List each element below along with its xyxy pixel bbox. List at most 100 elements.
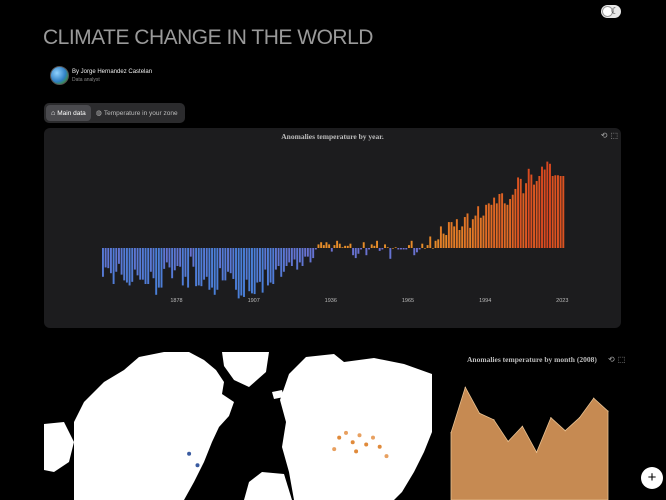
year-bar[interactable]: [123, 248, 126, 281]
year-bar[interactable]: [415, 248, 418, 253]
year-bar[interactable]: [272, 248, 275, 284]
month-point[interactable]: [521, 425, 523, 427]
year-bar[interactable]: [439, 226, 442, 248]
year-bar[interactable]: [248, 248, 251, 292]
year-bar[interactable]: [354, 248, 357, 259]
year-bar[interactable]: [549, 163, 551, 248]
year-bar[interactable]: [437, 239, 440, 248]
year-bar[interactable]: [293, 248, 296, 260]
year-bar[interactable]: [131, 248, 134, 282]
year-bar[interactable]: [506, 204, 509, 248]
year-bar[interactable]: [274, 248, 277, 270]
year-bar[interactable]: [139, 248, 142, 280]
year-bar[interactable]: [269, 248, 272, 283]
year-bar[interactable]: [535, 181, 538, 248]
year-bar[interactable]: [320, 242, 323, 248]
year-bar[interactable]: [197, 248, 200, 286]
year-bar[interactable]: [485, 204, 488, 248]
month-point[interactable]: [493, 419, 495, 421]
year-bar[interactable]: [253, 248, 256, 295]
year-bar[interactable]: [487, 203, 490, 248]
year-bar[interactable]: [282, 248, 285, 272]
year-bar[interactable]: [243, 248, 245, 297]
monthly-area[interactable]: [450, 386, 609, 500]
year-bar[interactable]: [423, 248, 426, 249]
year-bar[interactable]: [285, 248, 288, 266]
month-point[interactable]: [464, 386, 466, 388]
year-bar[interactable]: [240, 248, 243, 296]
year-bar[interactable]: [136, 248, 139, 276]
year-bar[interactable]: [418, 248, 421, 250]
year-bar[interactable]: [168, 248, 171, 268]
year-bar[interactable]: [493, 197, 496, 248]
year-bar[interactable]: [224, 248, 227, 281]
year-bar[interactable]: [368, 248, 371, 250]
year-bar[interactable]: [181, 248, 184, 286]
year-bar[interactable]: [471, 219, 474, 248]
year-bar[interactable]: [328, 244, 331, 248]
year-bar[interactable]: [120, 248, 123, 275]
year-bar[interactable]: [533, 184, 535, 248]
year-bar[interactable]: [394, 247, 397, 248]
year-bar[interactable]: [251, 248, 253, 294]
year-bar[interactable]: [115, 248, 118, 272]
year-bar[interactable]: [205, 248, 208, 277]
year-bar[interactable]: [141, 248, 144, 280]
year-bar[interactable]: [498, 194, 501, 248]
year-bar[interactable]: [298, 248, 301, 263]
year-bar[interactable]: [261, 248, 264, 293]
map-point[interactable]: [187, 451, 192, 456]
year-bar[interactable]: [104, 248, 107, 268]
month-point[interactable]: [450, 432, 452, 434]
year-bar[interactable]: [479, 217, 482, 248]
year-bar[interactable]: [562, 176, 565, 248]
year-bar[interactable]: [397, 248, 400, 250]
map-point[interactable]: [195, 463, 200, 468]
year-bar[interactable]: [179, 248, 182, 267]
year-bar[interactable]: [277, 248, 280, 266]
year-bar[interactable]: [527, 168, 530, 248]
year-bar[interactable]: [165, 248, 168, 263]
year-bar[interactable]: [147, 248, 150, 284]
year-bar[interactable]: [128, 248, 131, 286]
world-map[interactable]: [44, 352, 432, 500]
year-bar[interactable]: [280, 248, 283, 277]
map-point[interactable]: [371, 435, 375, 440]
year-bar[interactable]: [258, 248, 261, 282]
map-point[interactable]: [377, 444, 382, 449]
year-bar[interactable]: [216, 248, 219, 290]
month-point[interactable]: [607, 410, 609, 412]
month-point[interactable]: [578, 417, 581, 419]
year-bar[interactable]: [317, 244, 320, 248]
year-bar[interactable]: [296, 248, 299, 270]
map-point[interactable]: [337, 435, 342, 440]
reset-icon[interactable]: ⟲: [601, 131, 608, 140]
year-bar[interactable]: [517, 177, 520, 248]
year-bar[interactable]: [482, 215, 485, 248]
year-bar[interactable]: [551, 176, 554, 248]
year-bar[interactable]: [176, 248, 179, 266]
year-bar[interactable]: [559, 176, 562, 248]
year-bar[interactable]: [386, 247, 389, 248]
year-bar[interactable]: [330, 248, 333, 252]
year-bar[interactable]: [511, 194, 514, 248]
map-point[interactable]: [357, 433, 362, 438]
year-bar[interactable]: [336, 240, 339, 248]
year-bar[interactable]: [429, 236, 432, 248]
add-button[interactable]: +: [641, 467, 663, 489]
year-bar[interactable]: [389, 248, 392, 259]
year-bar[interactable]: [376, 240, 378, 248]
year-bar[interactable]: [413, 248, 416, 256]
year-bar[interactable]: [160, 248, 163, 288]
map-point[interactable]: [384, 454, 389, 459]
year-bar[interactable]: [107, 248, 110, 269]
year-bar[interactable]: [501, 193, 504, 248]
year-bar[interactable]: [554, 175, 557, 248]
map-point[interactable]: [344, 430, 348, 435]
year-bar[interactable]: [431, 248, 434, 249]
year-bar[interactable]: [163, 248, 166, 269]
year-bar[interactable]: [458, 230, 461, 248]
year-bar[interactable]: [384, 244, 386, 248]
year-bar[interactable]: [144, 248, 147, 284]
month-point[interactable]: [593, 397, 595, 399]
